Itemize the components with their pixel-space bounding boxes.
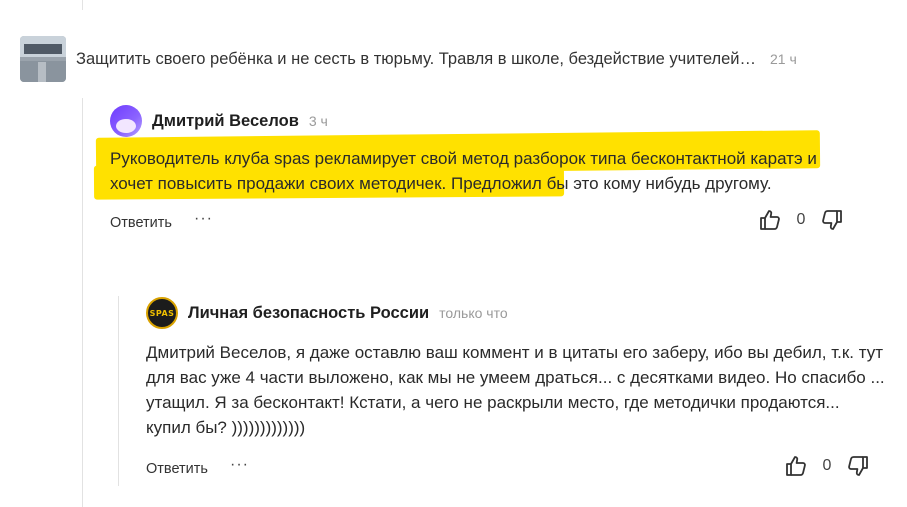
comment-actions: Ответить ··· 0	[146, 454, 886, 484]
comment-header: SPAS Личная безопасность России только ч…	[146, 296, 886, 330]
reply-button[interactable]: Ответить	[146, 461, 208, 477]
comment-text: Дмитрий Веселов, я даже оставлю ваш комм…	[146, 343, 885, 437]
reply-comment: SPAS Личная безопасность России только ч…	[146, 296, 886, 484]
reply-button[interactable]: Ответить	[110, 215, 172, 231]
article-thumbnail[interactable]	[20, 36, 66, 82]
vote-count: 0	[822, 457, 832, 474]
comment: Дмитрий Веселов 3 ч Руководитель клуба s…	[93, 104, 870, 238]
comment-time: 3 ч	[308, 113, 328, 129]
thread-top-line	[0, 0, 907, 10]
comment-author[interactable]: Дмитрий Веселов	[152, 112, 299, 131]
article-title[interactable]: Защитить своего ребёнка и не сесть в тюр…	[76, 50, 756, 69]
thread-line	[82, 98, 83, 507]
comment-actions: Ответить ··· 0	[110, 208, 870, 238]
thumb-up-icon[interactable]	[758, 208, 782, 232]
thumb-down-icon[interactable]	[820, 208, 844, 232]
thumb-up-icon[interactable]	[784, 454, 808, 478]
comment-time: только что	[439, 305, 508, 321]
vote-count: 0	[796, 211, 806, 228]
article-link-row[interactable]: Защитить своего ребёнка и не сесть в тюр…	[20, 36, 890, 82]
comment-author[interactable]: Личная безопасность России	[188, 304, 429, 323]
article-time: 21 ч	[770, 51, 797, 67]
thumb-down-icon[interactable]	[846, 454, 870, 478]
vote-controls: 0	[784, 454, 870, 478]
avatar[interactable]	[110, 105, 142, 137]
avatar[interactable]: SPAS	[146, 297, 178, 329]
reply-thread-line	[118, 296, 119, 486]
comment-text: Руководитель клуба spas рекламирует свой…	[93, 130, 860, 200]
vote-controls: 0	[758, 208, 844, 232]
more-options-button[interactable]: ···	[194, 210, 213, 228]
more-options-button[interactable]: ···	[230, 456, 249, 474]
